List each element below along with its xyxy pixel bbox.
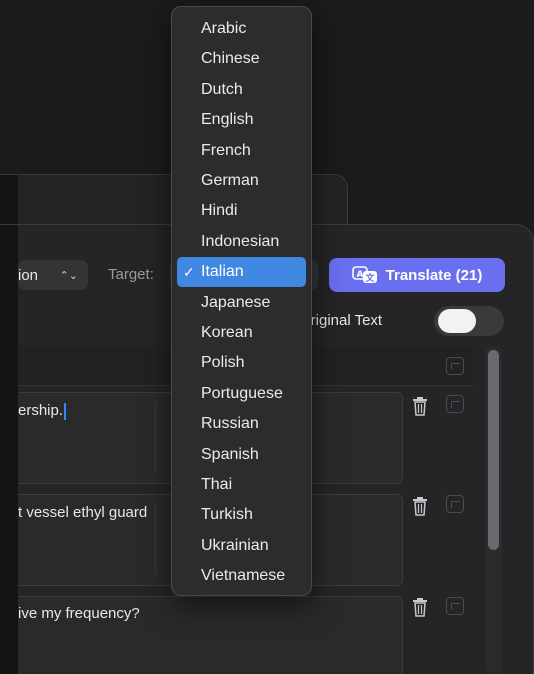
translate-button[interactable]: A 文 Translate (21)	[329, 258, 505, 292]
menu-item-indonesian[interactable]: Indonesian	[177, 227, 306, 257]
menu-item-russian[interactable]: Russian	[177, 409, 306, 439]
translate-icon: A 文	[351, 266, 378, 284]
menu-item-chinese[interactable]: Chinese	[177, 44, 306, 74]
window-edge	[0, 225, 18, 674]
entry-text-value: ership.	[18, 402, 64, 419]
menu-item-label: Vietnamese	[201, 567, 286, 585]
menu-item-english[interactable]: English	[177, 105, 306, 135]
menu-item-label: Ukrainian	[201, 536, 269, 554]
entry-divider	[155, 402, 156, 472]
scrollbar-thumb[interactable]	[488, 350, 499, 550]
source-language-value: ion	[18, 266, 39, 284]
translate-button-label: Translate (21)	[385, 266, 483, 284]
entry-text[interactable]: ership.	[18, 402, 67, 420]
copy-icon[interactable]	[446, 357, 464, 375]
menu-item-ukrainian[interactable]: Ukrainian	[177, 531, 306, 561]
menu-item-label: German	[201, 172, 259, 189]
menu-item-arabic[interactable]: Arabic	[177, 14, 306, 44]
entry-divider	[155, 504, 156, 574]
menu-item-label: Turkish	[201, 506, 253, 524]
menu-item-label: Spanish	[201, 445, 259, 463]
menu-item-portuguese[interactable]: Portuguese	[177, 379, 306, 409]
checkmark-icon: ✓	[183, 264, 195, 281]
menu-item-thai[interactable]: Thai	[177, 470, 306, 500]
entry-text-value: t vessel ethyl guard	[18, 504, 148, 521]
entry-text-value: ive my frequency?	[18, 605, 140, 622]
menu-item-vietnamese[interactable]: Vietnamese	[177, 561, 306, 591]
copy-icon[interactable]	[446, 495, 464, 513]
trash-icon[interactable]	[412, 597, 428, 617]
menu-item-label: Thai	[201, 476, 233, 493]
copy-icon[interactable]	[446, 395, 464, 413]
menu-item-dutch[interactable]: Dutch	[177, 75, 306, 105]
menu-item-german[interactable]: German	[177, 166, 306, 196]
menu-item-polish[interactable]: Polish	[177, 348, 306, 378]
svg-text:文: 文	[364, 272, 375, 284]
entry-text[interactable]: t vessel ethyl guard	[18, 504, 147, 521]
trash-icon[interactable]	[412, 496, 428, 516]
menu-item-label: Korean	[201, 324, 253, 341]
menu-item-italian[interactable]: ✓ Italian	[177, 257, 306, 288]
target-label: Target:	[108, 266, 154, 283]
entry-text[interactable]: ive my frequency?	[18, 605, 140, 622]
menu-item-label: Chinese	[201, 50, 260, 68]
menu-item-french[interactable]: French	[177, 136, 306, 166]
menu-item-label: French	[201, 141, 251, 159]
menu-item-label: Italian	[201, 263, 244, 281]
text-caret	[64, 402, 67, 420]
target-language-dropdown[interactable]: Arabic Chinese Dutch English French German Hin…	[171, 6, 312, 596]
menu-item-label: Arabic	[201, 20, 247, 37]
svg-text:A: A	[356, 270, 363, 280]
menu-item-label: Indonesian	[201, 232, 280, 250]
menu-item-label: Portuguese	[201, 384, 283, 402]
menu-item-korean[interactable]: Korean	[177, 318, 306, 348]
menu-item-label: Polish	[201, 354, 245, 372]
menu-item-label: Russian	[201, 415, 259, 433]
menu-item-spanish[interactable]: Spanish	[177, 440, 306, 470]
show-original-toggle[interactable]	[434, 306, 504, 336]
chevron-up-down-icon: ⌃⌄	[59, 269, 78, 282]
toggle-knob	[438, 309, 476, 333]
menu-item-label: English	[201, 111, 254, 129]
menu-item-turkish[interactable]: Turkish	[177, 500, 306, 530]
menu-item-label: Japanese	[201, 293, 271, 311]
menu-item-japanese[interactable]: Japanese	[177, 288, 306, 318]
source-language-select[interactable]: ion ⌃⌄	[18, 260, 88, 290]
menu-item-label: Dutch	[201, 80, 243, 98]
menu-item-label: Hindi	[201, 202, 238, 220]
menu-item-hindi[interactable]: Hindi	[177, 196, 306, 226]
copy-icon[interactable]	[446, 597, 464, 615]
trash-icon[interactable]	[412, 396, 428, 416]
